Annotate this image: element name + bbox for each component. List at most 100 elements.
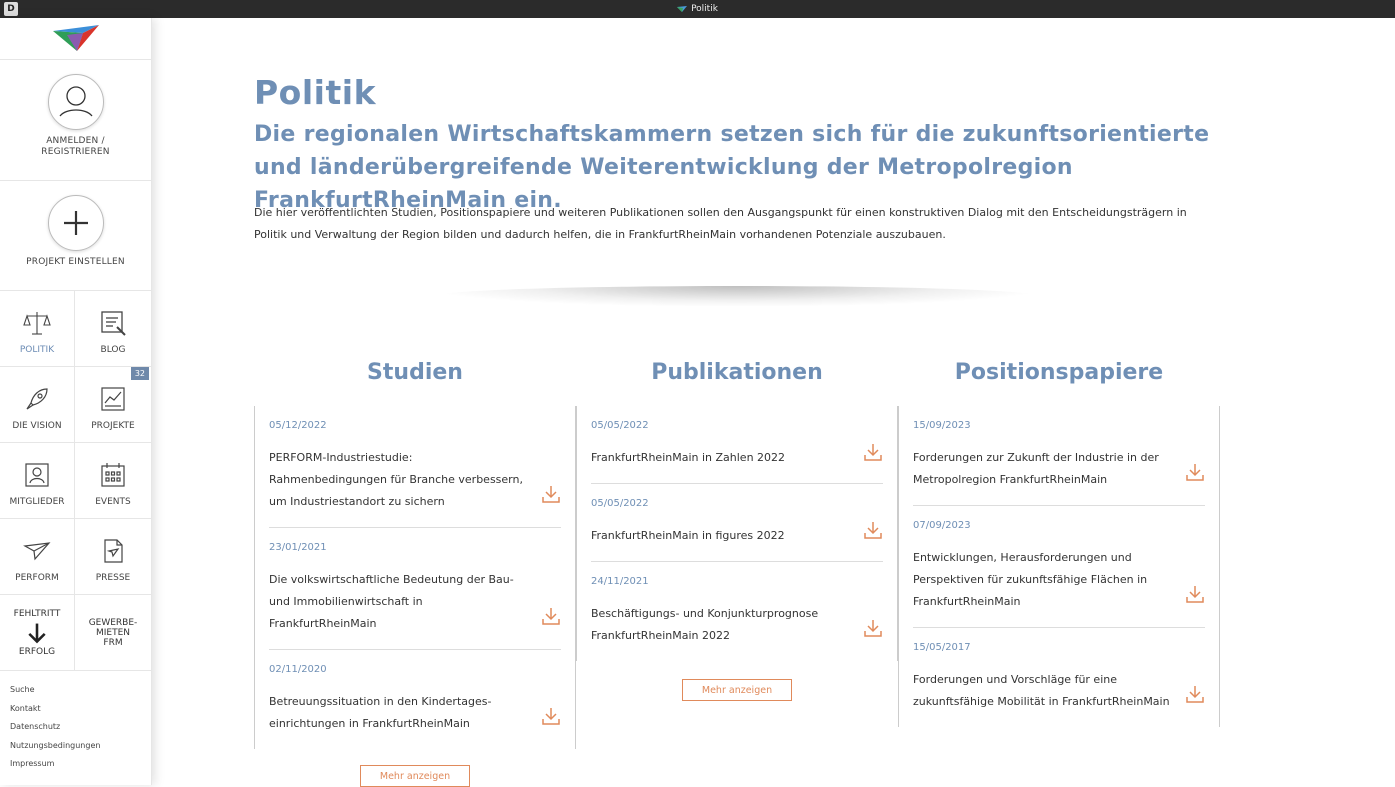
site-logo-icon xyxy=(677,6,688,12)
add-project[interactable]: PROJEKT EINSTELLEN xyxy=(0,181,151,291)
column-list: 15/09/2023 Forderungen zur Zukunft der I… xyxy=(898,406,1220,727)
app-icon[interactable]: D xyxy=(4,2,18,16)
add-project-label: PROJEKT EINSTELLEN xyxy=(26,257,125,267)
sidebar-item-perform[interactable]: PERFORM xyxy=(0,519,75,595)
login-label-line1: ANMELDEN / xyxy=(46,136,105,146)
list-item: 05/05/2022 FrankfurtRheinMain in Zahlen … xyxy=(591,406,883,484)
column-heading: Positionspapiere xyxy=(954,360,1164,385)
sidebar-item-label: PRESSE xyxy=(95,573,131,583)
add-project-button[interactable] xyxy=(47,195,104,251)
column-heading: Publikationen xyxy=(651,360,823,385)
fehltritt-label: FEHLTRITT xyxy=(13,608,61,619)
sidebar-item-label: EVENTS xyxy=(95,497,131,507)
item-date: 23/01/2021 xyxy=(269,542,327,553)
list-item: 15/09/2023 Forderungen zur Zukunft der I… xyxy=(913,406,1205,506)
list-item: 24/11/2021 Beschäftigungs- und Konjunktu… xyxy=(591,562,883,661)
sidebar-item-label: MITGLIEDER xyxy=(9,497,65,507)
chart-icon xyxy=(101,387,125,411)
member-icon xyxy=(25,463,49,487)
item-date: 02/11/2020 xyxy=(269,664,327,675)
footer-link-datenschutz[interactable]: Datenschutz xyxy=(10,718,151,737)
item-title[interactable]: FrankfurtRheinMain in Zahlen 2022 xyxy=(591,447,851,469)
window-title: Politik xyxy=(691,4,718,14)
gewerbe-label-line1: GEWERBE- xyxy=(88,617,138,628)
main-content: Politik Die regionalen Wirtschaftskammer… xyxy=(152,18,1395,787)
item-date: 15/05/2017 xyxy=(913,642,971,653)
intro-text: Die hier veröffentlichten Studien, Posit… xyxy=(254,206,1187,241)
download-icon[interactable] xyxy=(1185,462,1205,482)
download-icon[interactable] xyxy=(863,618,883,638)
login-label-line2: REGISTRIEREN xyxy=(41,147,110,157)
column-list: 05/05/2022 FrankfurtRheinMain in Zahlen … xyxy=(576,406,898,661)
item-date: 05/05/2022 xyxy=(591,420,649,431)
column-positionspapiere: Positionspapiere 15/09/2023 Forderungen … xyxy=(898,358,1220,727)
gewerbe-label-line3: FRM xyxy=(103,637,123,648)
blog-icon xyxy=(101,311,126,336)
login-register[interactable]: ANMELDEN / REGISTRIEREN xyxy=(0,60,151,181)
sidebar-item-presse[interactable]: PRESSE xyxy=(75,519,151,595)
item-date: 24/11/2021 xyxy=(591,576,649,587)
download-icon[interactable] xyxy=(863,442,883,462)
download-icon[interactable] xyxy=(541,484,561,504)
list-item: 05/05/2022 FrankfurtRheinMain in figures… xyxy=(591,484,883,562)
sidebar-item-mitglieder[interactable]: MITGLIEDER xyxy=(0,443,75,519)
footer-link-impressum[interactable]: Impressum xyxy=(10,755,151,774)
scales-icon xyxy=(23,312,51,335)
logo[interactable] xyxy=(0,18,151,60)
list-item: 07/09/2023 Entwicklungen, Herausforderun… xyxy=(913,506,1205,628)
column-list: 05/12/2022 PERFORM-Industriestudie: Rahm… xyxy=(254,406,576,749)
plane-icon xyxy=(23,542,51,561)
sidebar-item-projekte[interactable]: 32 PROJEKTE xyxy=(75,367,151,443)
footer-links: Suche Kontakt Datenschutz Nutzungsbeding… xyxy=(0,671,151,774)
item-title[interactable]: FrankfurtRheinMain in figures 2022 xyxy=(591,525,851,547)
sidebar-item-fehltritt-erfolg[interactable]: FEHLTRITT ERFOLG xyxy=(0,595,75,671)
gewerbe-label: GEWERBE- MIETEN FRM xyxy=(89,618,138,648)
item-title[interactable]: Die volkswirtschaftliche Bedeutung der B… xyxy=(269,569,529,635)
list-item: 23/01/2021 Die volkswirtschaftliche Bede… xyxy=(269,528,561,650)
item-title[interactable]: Forderungen und Vorschläge für eine zuku… xyxy=(913,669,1173,713)
download-icon[interactable] xyxy=(863,520,883,540)
user-icon xyxy=(58,86,93,117)
sidebar-item-blog[interactable]: BLOG xyxy=(75,291,151,367)
document-icon xyxy=(104,539,123,563)
more-button[interactable]: Mehr anzeigen xyxy=(360,765,470,787)
item-title[interactable]: Entwicklungen, Herausforderungen und Per… xyxy=(913,547,1173,613)
sidebar-item-label: POLITIK xyxy=(19,345,55,355)
column-publikationen: Publikationen 05/05/2022 FrankfurtRheinM… xyxy=(576,358,898,701)
download-icon[interactable] xyxy=(541,606,561,626)
sidebar-item-label: BLOG xyxy=(100,345,126,355)
window-titlebar: D Politik xyxy=(0,0,1395,18)
login-label[interactable]: ANMELDEN / REGISTRIEREN xyxy=(41,136,109,158)
sidebar-item-label: PERFORM xyxy=(15,573,59,583)
list-item: 05/12/2022 PERFORM-Industriestudie: Rahm… xyxy=(269,406,561,528)
section-divider xyxy=(437,286,1037,306)
user-avatar[interactable] xyxy=(47,74,104,130)
column-heading: Studien xyxy=(367,360,463,385)
page-title: Politik xyxy=(254,73,377,112)
download-icon[interactable] xyxy=(541,706,561,726)
calendar-icon xyxy=(101,463,125,487)
projects-count-badge: 32 xyxy=(130,367,149,380)
item-title[interactable]: Forderungen zur Zukunft der Industrie in… xyxy=(913,447,1173,491)
item-title[interactable]: Beschäftigungs- und Konjunkturprognose F… xyxy=(591,603,851,647)
item-title[interactable]: Betreuungssituation in den Kindertages-e… xyxy=(269,691,529,735)
sidebar-item-politik[interactable]: POLITIK xyxy=(0,291,75,367)
sidebar-nav-grid: POLITIK BLOG DIE VISION 32 PROJEKTE MITG… xyxy=(0,291,151,671)
item-date: 15/09/2023 xyxy=(913,420,971,431)
more-button[interactable]: Mehr anzeigen xyxy=(682,679,792,701)
arrow-down-icon xyxy=(28,623,46,643)
list-item: 15/05/2017 Forderungen und Vorschläge fü… xyxy=(913,628,1205,727)
download-icon[interactable] xyxy=(1185,584,1205,604)
sidebar-item-vision[interactable]: DIE VISION xyxy=(0,367,75,443)
footer-link-suche[interactable]: Suche xyxy=(10,681,151,700)
item-title[interactable]: PERFORM-Industriestudie: Rahmenbedingung… xyxy=(269,447,529,513)
footer-link-nutzungsbedingungen[interactable]: Nutzungsbedingungen xyxy=(10,737,151,756)
sidebar-item-events[interactable]: EVENTS xyxy=(75,443,151,519)
item-date: 07/09/2023 xyxy=(913,520,971,531)
item-date: 05/12/2022 xyxy=(269,420,327,431)
footer-link-kontakt[interactable]: Kontakt xyxy=(10,700,151,719)
sidebar-item-gewerbemieten[interactable]: GEWERBE- MIETEN FRM xyxy=(75,595,151,671)
erfolg-label: ERFOLG xyxy=(18,646,56,657)
sidebar-item-label: DIE VISION xyxy=(12,421,62,431)
download-icon[interactable] xyxy=(1185,684,1205,704)
